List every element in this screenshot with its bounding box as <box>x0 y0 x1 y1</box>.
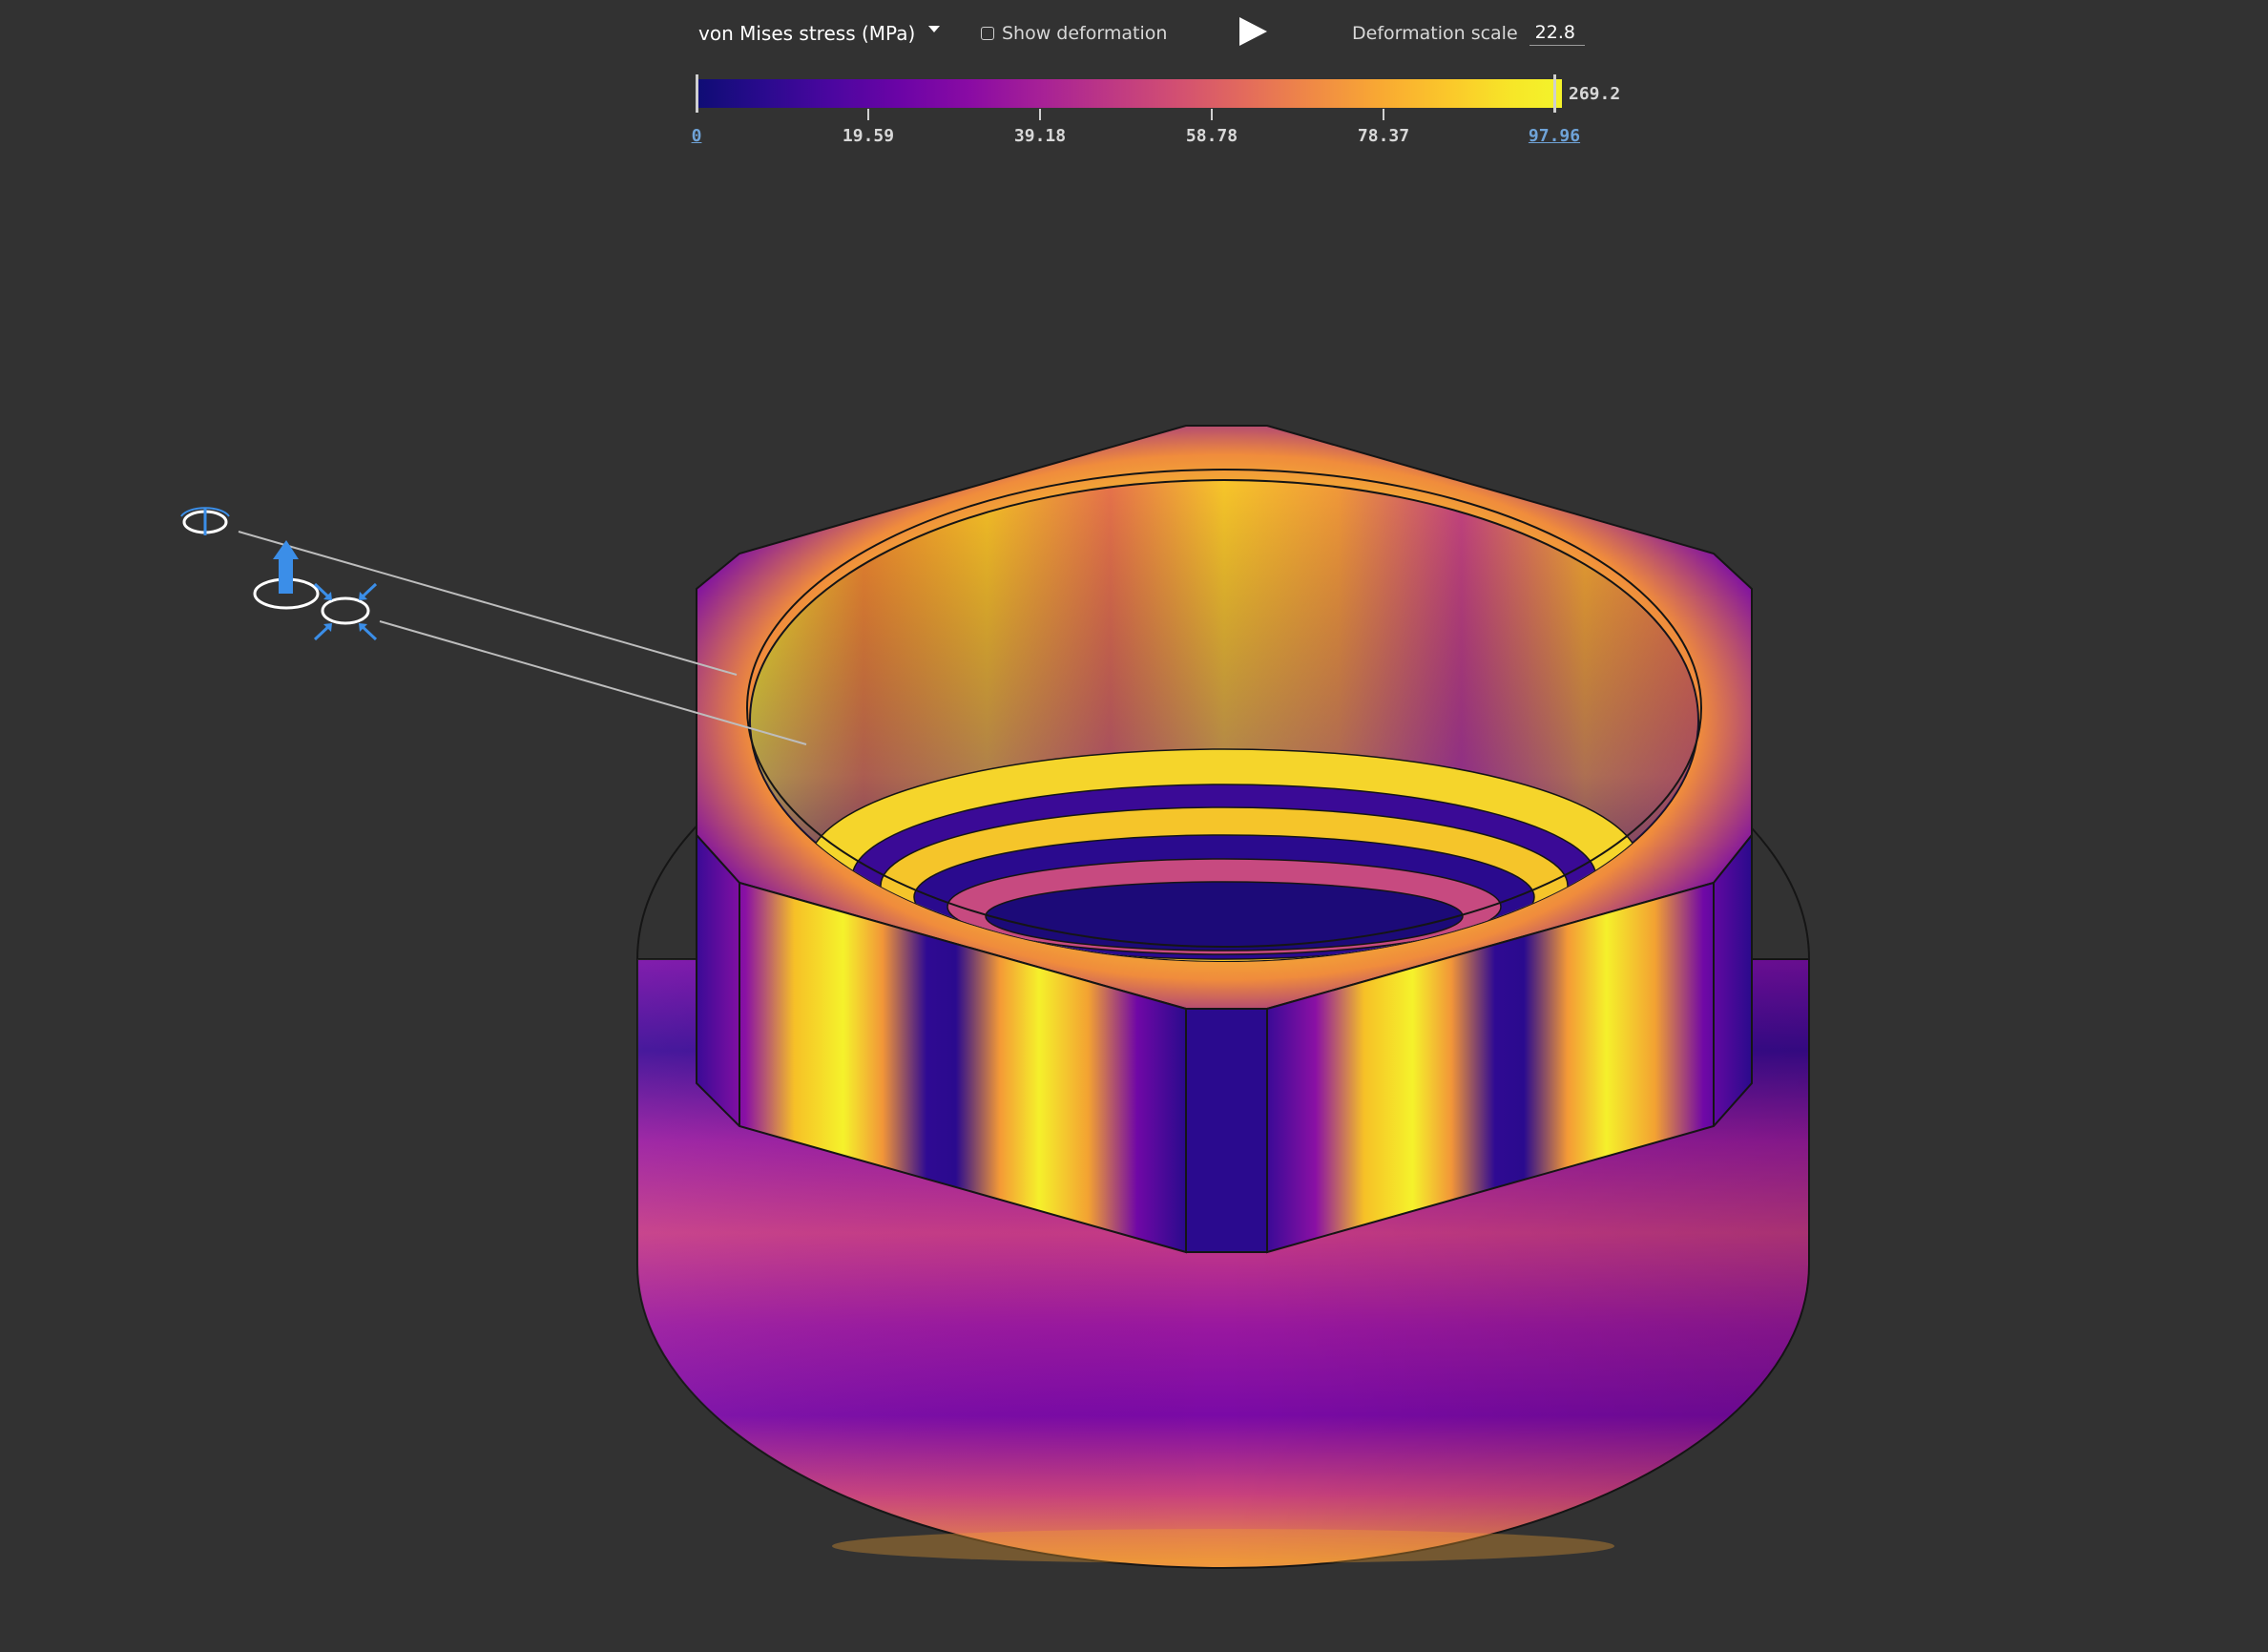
legend-gradient-bar <box>696 79 1554 108</box>
stress-color-legend: 0 19.59 39.18 58.78 78.37 97.96 269.2 <box>668 73 1641 158</box>
legend-range-max-link[interactable]: 97.96 <box>1529 126 1580 146</box>
legend-tick <box>867 109 869 120</box>
deformation-scale-input[interactable] <box>1529 21 1585 46</box>
show-deformation-label: Show deformation <box>1002 23 1168 44</box>
legend-max-handle[interactable] <box>1553 74 1556 113</box>
legend-max-value: 269.2 <box>1569 84 1621 104</box>
model-viewport[interactable] <box>0 172 2268 1652</box>
deformation-scale-control: Deformation scale <box>1352 19 1585 48</box>
deformation-scale-label: Deformation scale <box>1352 23 1518 44</box>
show-deformation-checkbox[interactable]: Show deformation <box>981 19 1167 48</box>
legend-tick <box>1039 109 1041 120</box>
load-arrow-icon[interactable] <box>253 540 320 610</box>
play-icon <box>1239 17 1267 46</box>
pressure-icon[interactable] <box>313 582 378 641</box>
legend-min-handle[interactable] <box>696 74 698 113</box>
legend-tick <box>1211 109 1213 120</box>
play-animation-button[interactable] <box>1237 15 1269 48</box>
chevron-down-icon <box>928 25 941 32</box>
results-toolbar: von Mises stress (MPa) Show deformation … <box>0 13 2268 52</box>
legend-tick-label: 39.18 <box>1013 126 1067 146</box>
checkbox-box[interactable] <box>981 27 994 40</box>
result-type-dropdown[interactable]: von Mises stress (MPa) <box>698 19 941 48</box>
legend-tick-label: 19.59 <box>842 126 895 146</box>
legend-tick-label: 78.37 <box>1357 126 1410 146</box>
result-type-label: von Mises stress (MPa) <box>698 22 916 45</box>
legend-min-link[interactable]: 0 <box>692 126 702 146</box>
simulation-results-view: von Mises stress (MPa) Show deformation … <box>0 0 2268 1652</box>
fixed-constraint-icon[interactable] <box>180 507 230 535</box>
legend-tick-label: 58.78 <box>1185 126 1238 146</box>
legend-tick <box>1383 109 1384 120</box>
model-render[interactable] <box>0 172 2268 1652</box>
